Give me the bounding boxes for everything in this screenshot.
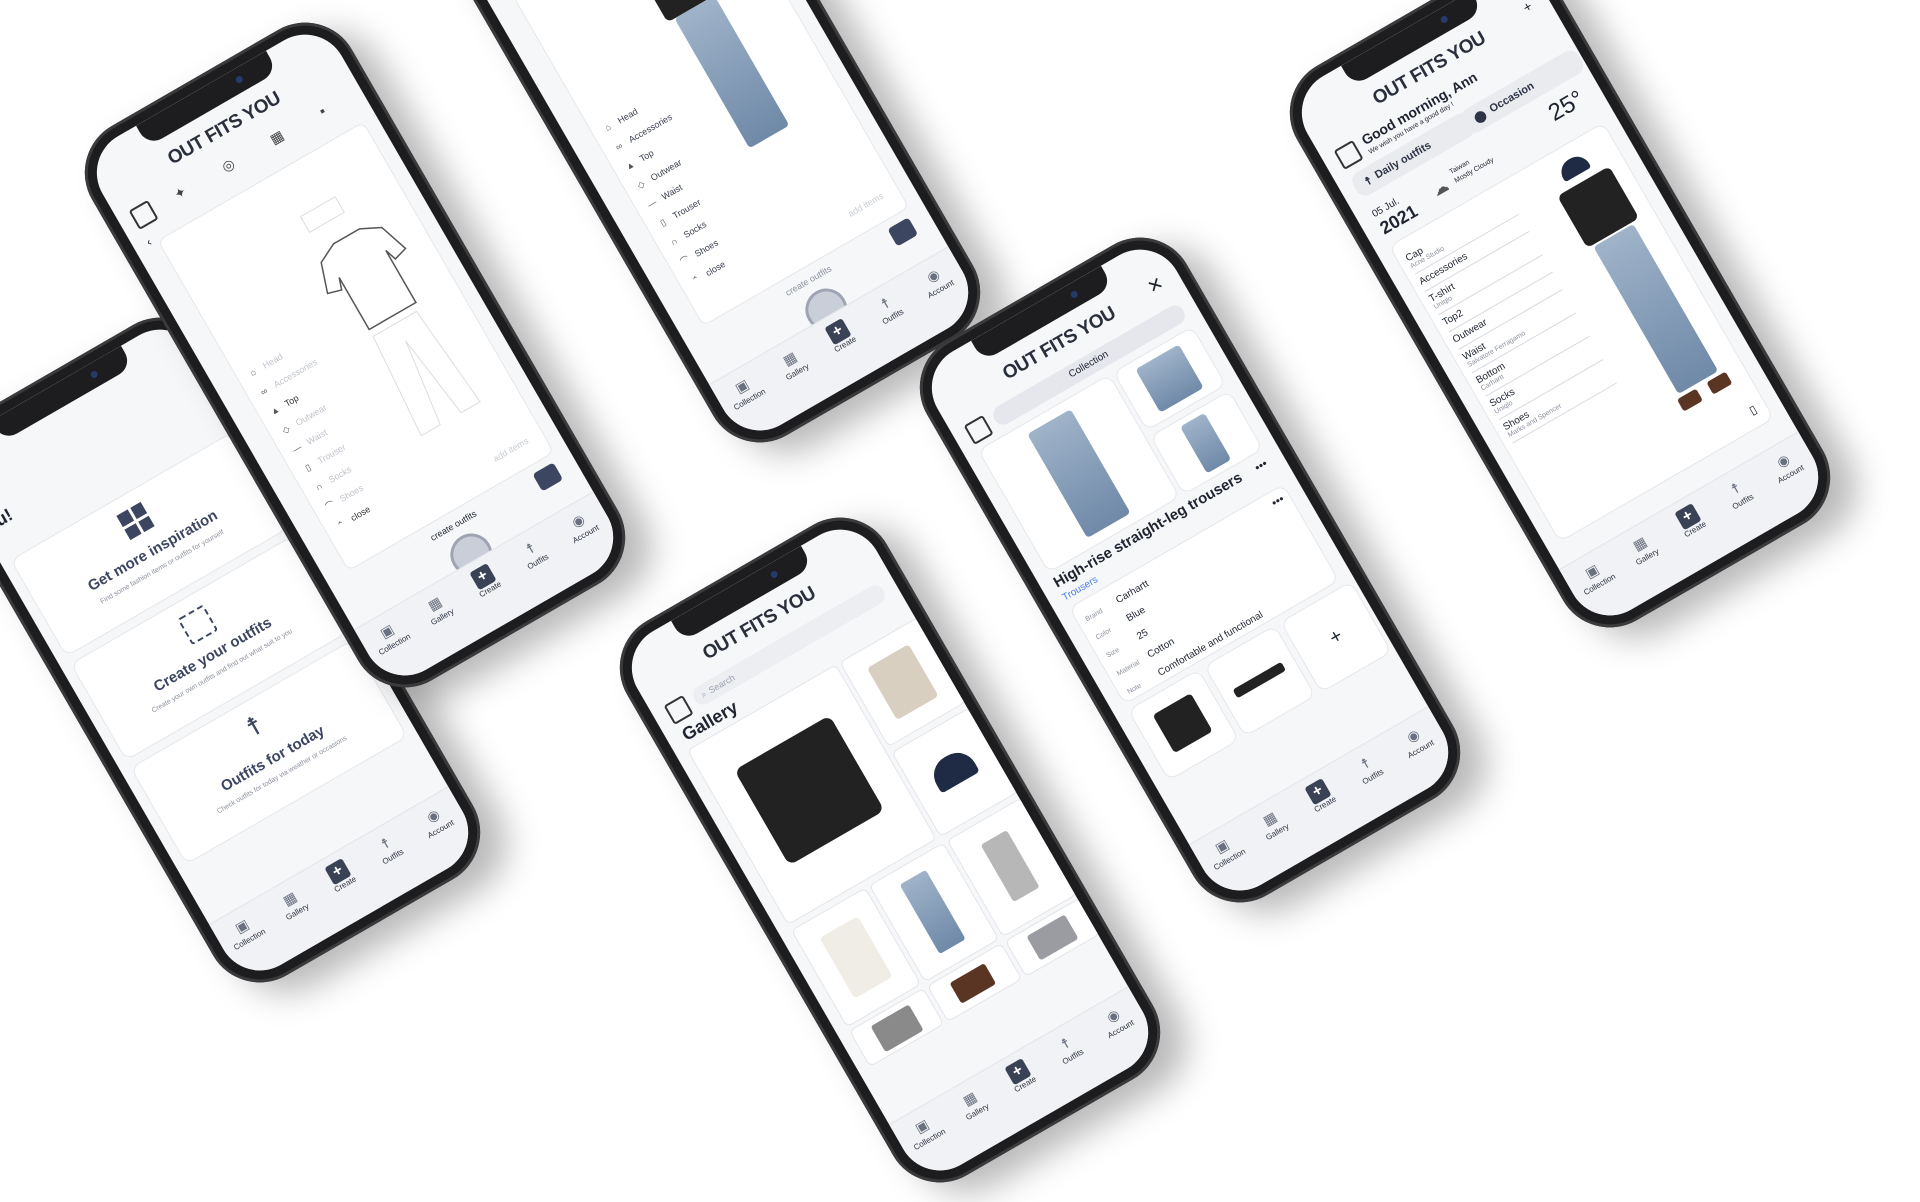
pin-icon[interactable]: ✦ [171, 183, 190, 204]
tab-outfits[interactable]: ☨ Outfits [360, 823, 416, 872]
tab-create[interactable]: + Create [457, 556, 513, 605]
tab-outfits[interactable]: ☨ Outfits [1710, 468, 1766, 517]
temperature: 25° [1543, 85, 1589, 127]
tab-create[interactable]: + Create [312, 851, 368, 900]
tab-outfits[interactable]: ☨ Outfits [505, 528, 561, 577]
jeans-image [674, 0, 790, 149]
tab-create[interactable]: + Create [812, 311, 868, 360]
tab-account[interactable]: ◉ Account [1388, 716, 1444, 765]
tab-outfits[interactable]: ☨ Outfits [860, 283, 916, 332]
tab-gallery[interactable]: ▦ Gallery [264, 879, 320, 928]
tab-gallery[interactable]: ▦ Gallery [764, 339, 820, 388]
scan-icon [177, 604, 219, 646]
tab-account[interactable]: ◉ Account [1088, 996, 1144, 1045]
tab-collection[interactable]: ▣ Collection [362, 611, 418, 660]
person-icon: ☨ [1362, 174, 1374, 188]
location-icon: ⬤ [1471, 108, 1489, 125]
tab-account[interactable]: ◉ Account [553, 501, 609, 550]
tab-gallery[interactable]: ▦ Gallery [1614, 524, 1670, 573]
grid-icon[interactable]: ▦ [267, 127, 287, 148]
phone-screen: OUT FITS YOU + Good morning, Ann We wish… [1286, 0, 1834, 631]
add-items-label[interactable]: add items [846, 191, 885, 219]
tab-outfits[interactable]: ☨ Outfits [1340, 743, 1396, 792]
tab-account[interactable]: ◉ Account [408, 796, 464, 845]
tab-collection[interactable]: ▣ Collection [1567, 551, 1623, 600]
tab-collection[interactable]: ▣ Collection [717, 366, 773, 415]
back-icon[interactable]: ‹ [144, 235, 154, 249]
tab-collection[interactable]: ▣ Collection [217, 906, 273, 955]
welcome-headline: o you! [0, 504, 16, 549]
category-list: ⌂ Head ∞ Accessories ▲ Top ◇ Outwear — Waist … [597, 88, 754, 293]
add-items-label[interactable]: add items [491, 436, 530, 464]
card-subtitle: Check outfits for today via weather or o… [216, 734, 349, 816]
phone-daily: OUT FITS YOU + Good morning, Ann We wish… [1270, 0, 1850, 648]
tab-collection[interactable]: ▣ Collection [1197, 826, 1253, 875]
tab-account[interactable]: ◉ Account [1758, 441, 1814, 490]
comment-icon[interactable]: ▪ [316, 103, 329, 120]
tab-outfits[interactable]: ☨ Outfits [1040, 1023, 1096, 1072]
focus-icon[interactable]: ◎ [219, 155, 238, 176]
tab-account[interactable]: ◉ Account [908, 256, 964, 305]
more-icon[interactable]: ••• [1269, 492, 1287, 510]
grid-icon [116, 501, 155, 541]
search-icon: ⌕ [698, 688, 709, 700]
tab-gallery[interactable]: ▦ Gallery [944, 1079, 1000, 1128]
tab-collection[interactable]: ▣ Collection [897, 1106, 953, 1155]
tab-gallery[interactable]: ▦ Gallery [1244, 799, 1300, 848]
tab-create[interactable]: + Create [1662, 496, 1718, 545]
tab-gallery[interactable]: ▦ Gallery [409, 584, 465, 633]
tab-create[interactable]: + Create [1292, 771, 1348, 820]
cloud-icon: ☁ [1429, 177, 1453, 201]
tab-create[interactable]: + Create [992, 1051, 1048, 1100]
